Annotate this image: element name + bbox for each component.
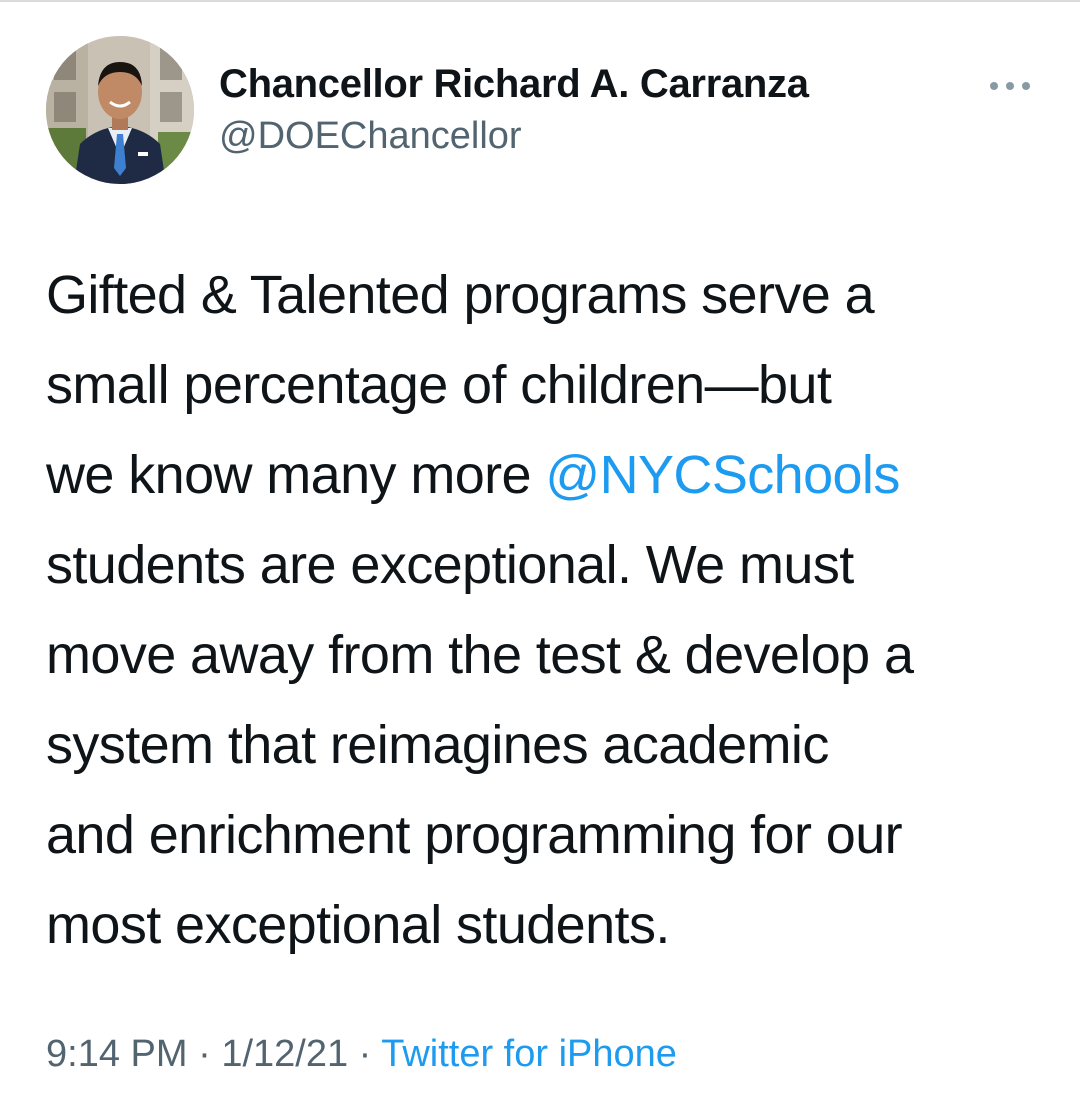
meta-separator: · [187,1033,222,1075]
tweet-line: move away from the test & develop a [46,610,1056,700]
tweet-line: students are exceptional. We must [46,520,1056,610]
more-horizontal-icon [990,82,1030,90]
tweet-line-text: Gifted & Talented programs serve a [46,265,875,325]
tweet-line-text: move away from the test & develop a [46,625,914,685]
tweet-text: Gifted & Talented programs serve a small… [46,250,1056,970]
tweet-date[interactable]: 1/12/21 [221,1033,348,1075]
more-options-button[interactable] [982,68,1038,104]
tweet-line: and enrichment programming for our [46,790,1056,880]
tweet-line-text: we know many more [46,445,546,505]
tweet-metadata: 9:14 PM · 1/12/21 · Twitter for iPhone [46,1033,677,1076]
tweet-line-text: and enrichment programming for our [46,805,903,865]
tweet-line: Gifted & Talented programs serve a [46,250,1056,340]
tweet-time[interactable]: 9:14 PM [46,1033,188,1075]
meta-separator: · [348,1033,382,1075]
avatar[interactable] [46,36,194,184]
tweet-line-text: system that reimagines academic [46,715,829,775]
tweet-line-text: small percentage of children—but [46,355,832,415]
tweet-line: most exceptional students. [46,880,1056,970]
tweet-source-link[interactable]: Twitter for iPhone [381,1033,677,1075]
author-handle[interactable]: @DOEChancellor [219,115,522,158]
tweet-line: we know many more @NYCSchools [46,430,1056,520]
tweet-line-text: most exceptional students. [46,895,670,955]
tweet-line-text: students are exceptional. We must [46,535,854,595]
tweet-line: small percentage of children—but [46,340,1056,430]
tweet-card: Chancellor Richard A. Carranza @DOEChanc… [0,0,1080,1116]
mention-link[interactable]: @NYCSchools [545,445,900,505]
author-display-name[interactable]: Chancellor Richard A. Carranza [219,62,809,107]
tweet-line: system that reimagines academic [46,700,1056,790]
avatar-image [46,36,194,184]
